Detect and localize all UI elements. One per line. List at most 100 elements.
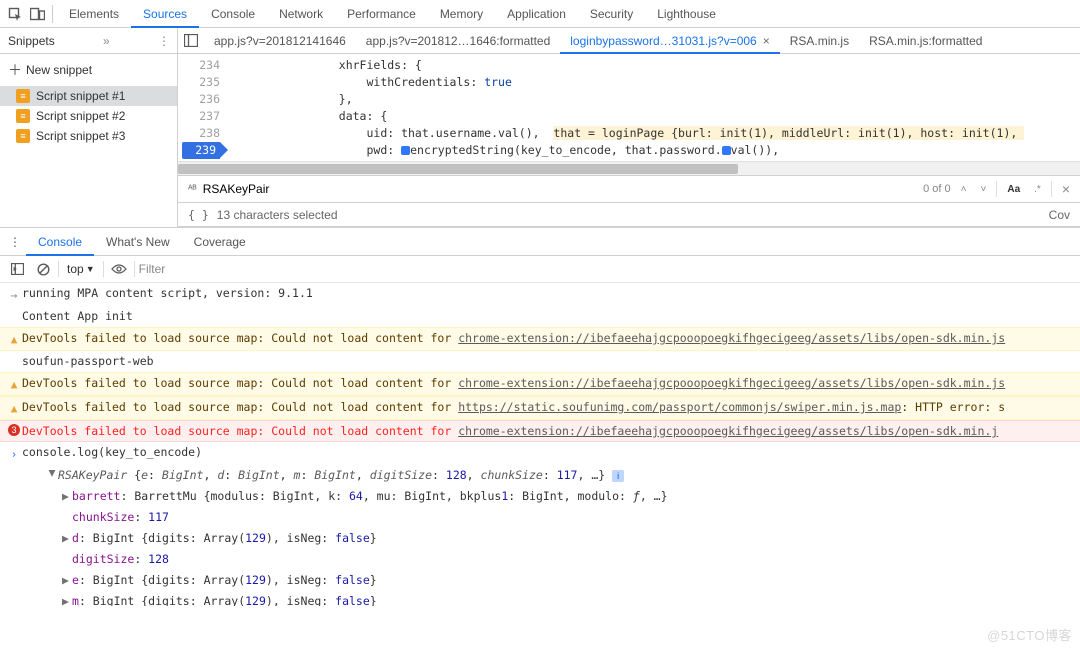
kebab-icon[interactable]: ⋮: [158, 34, 169, 48]
context-selector[interactable]: top ▼: [63, 260, 99, 278]
code-lines[interactable]: xhrFields: { withCredentials: true }, da…: [228, 54, 1080, 161]
source-map-link[interactable]: chrome-extension://ibefaeehajgcpooopoegk…: [458, 424, 998, 438]
object-property[interactable]: ▶d: BigInt {digits: Array(129), isNeg: f…: [0, 528, 1080, 549]
console-warn: ▲DevTools failed to load source map: Cou…: [0, 327, 1080, 351]
snippets-header: Snippets » ⋮: [0, 28, 177, 54]
eye-icon[interactable]: [108, 258, 130, 280]
editor-status-bar: { } 13 characters selected Cov: [178, 203, 1080, 227]
coverage-label[interactable]: Cov: [1049, 208, 1070, 222]
clear-console-icon[interactable]: [32, 258, 54, 280]
expand-icon[interactable]: ▶: [62, 529, 72, 547]
regex-button[interactable]: .*: [1030, 184, 1045, 195]
inspect-icon[interactable]: [4, 3, 26, 25]
object-property[interactable]: ▶m: BigInt {digits: Array(129), isNeg: f…: [0, 591, 1080, 606]
drawer-tab-console[interactable]: Console: [26, 228, 94, 256]
expand-icon[interactable]: ▶: [44, 470, 62, 480]
new-snippet-button[interactable]: ＋ New snippet: [0, 54, 177, 86]
drawer-tab-what-s-new[interactable]: What's New: [94, 228, 182, 256]
devtools-main-tabs: ElementsSourcesConsoleNetworkPerformance…: [0, 0, 1080, 28]
separator: [1051, 181, 1052, 197]
find-input[interactable]: [203, 182, 917, 196]
match-case-button[interactable]: Aa: [1003, 184, 1024, 195]
file-nav-icon[interactable]: [178, 28, 204, 54]
tab-application[interactable]: Application: [495, 0, 578, 28]
line-gutter: 234235236237238239: [178, 54, 228, 161]
tab-security[interactable]: Security: [578, 0, 645, 28]
console-toolbar: top ▼: [0, 256, 1080, 283]
snippet-item[interactable]: ≡Script snippet #1: [0, 86, 177, 106]
code-area[interactable]: 234235236237238239 xhrFields: { withCred…: [178, 54, 1080, 161]
new-snippet-label: New snippet: [26, 63, 92, 77]
console-err: 3DevTools failed to load source map: Cou…: [0, 420, 1080, 442]
snippets-pane: Snippets » ⋮ ＋ New snippet ≡Script snipp…: [0, 28, 178, 227]
tab-network[interactable]: Network: [267, 0, 335, 28]
status-text: 13 characters selected: [217, 208, 338, 222]
warning-icon: ▲: [11, 400, 18, 418]
chevron-right-icon: ›: [11, 445, 18, 463]
snippets-label: Snippets: [8, 34, 55, 48]
drawer-tabs: ⋮ ConsoleWhat's NewCoverage: [0, 228, 1080, 256]
source-tab[interactable]: app.js?v=201812…1646:formatted: [356, 28, 560, 54]
source-tab[interactable]: loginbypassword…31031.js?v=006×: [560, 28, 779, 54]
separator: [134, 261, 135, 277]
expand-icon[interactable]: ▶: [62, 487, 72, 505]
find-count: 0 of 0: [923, 183, 951, 195]
source-tab[interactable]: app.js?v=201812141646: [204, 28, 356, 54]
console-object[interactable]: ▶RSAKeyPair {e: BigInt, d: BigInt, m: Bi…: [0, 465, 1080, 486]
warning-icon: ▲: [11, 376, 18, 394]
find-bar: ᴬᴮ 0 of 0 ˄ ˅ Aa .* ×: [178, 175, 1080, 203]
tab-performance[interactable]: Performance: [335, 0, 428, 28]
close-icon[interactable]: ×: [1058, 181, 1074, 197]
snippet-file-icon: ≡: [16, 109, 30, 123]
console-warn: ▲DevTools failed to load source map: Cou…: [0, 396, 1080, 420]
tab-sources[interactable]: Sources: [131, 0, 199, 28]
snippet-item[interactable]: ≡Script snippet #3: [0, 126, 177, 146]
object-property[interactable]: chunkSize: 117: [0, 507, 1080, 528]
horizontal-scrollbar[interactable]: [178, 161, 1080, 175]
kebab-icon[interactable]: ⋮: [4, 235, 26, 249]
source-map-link[interactable]: chrome-extension://ibefaeehajgcpooopoegk…: [458, 376, 1005, 390]
arrow-icon: →: [11, 286, 18, 304]
watermark: @51CTO博客: [987, 625, 1072, 644]
replace-icon[interactable]: ᴬᴮ: [188, 184, 197, 195]
braces-icon[interactable]: { }: [188, 208, 209, 222]
device-toolbar-icon[interactable]: [26, 3, 48, 25]
chevron-down-icon: ▼: [86, 264, 95, 274]
find-prev-icon[interactable]: ˄: [957, 184, 971, 195]
tab-lighthouse[interactable]: Lighthouse: [645, 0, 728, 28]
source-tab[interactable]: RSA.min.js:formatted: [859, 28, 992, 54]
error-icon: 3: [8, 424, 20, 436]
object-property[interactable]: digitSize: 128: [0, 549, 1080, 570]
filter-input[interactable]: [139, 262, 1074, 276]
tab-memory[interactable]: Memory: [428, 0, 495, 28]
separator: [58, 261, 59, 277]
snippet-label: Script snippet #1: [36, 89, 125, 103]
find-next-icon[interactable]: ˅: [977, 184, 991, 195]
plus-icon: ＋: [8, 60, 22, 80]
console-log: →running MPA content script, version: 9.…: [0, 283, 1080, 306]
expand-icon[interactable]: ▶: [62, 592, 72, 606]
object-property[interactable]: ▶barrett: BarrettMu {modulus: BigInt, k:…: [0, 486, 1080, 507]
source-tab[interactable]: RSA.min.js: [780, 28, 859, 54]
expand-icon[interactable]: ▶: [62, 571, 72, 589]
tab-console[interactable]: Console: [199, 0, 267, 28]
close-icon[interactable]: ×: [763, 34, 770, 48]
info-icon[interactable]: i: [612, 470, 624, 482]
tab-elements[interactable]: Elements: [57, 0, 131, 28]
source-editor: app.js?v=201812141646app.js?v=201812…164…: [178, 28, 1080, 227]
separator: [103, 261, 104, 277]
chevron-right-icon[interactable]: »: [103, 34, 110, 48]
scrollbar-thumb[interactable]: [178, 164, 738, 174]
object-property[interactable]: ▶e: BigInt {digits: Array(129), isNeg: f…: [0, 570, 1080, 591]
console-input: ›console.log(key_to_encode): [0, 442, 1080, 465]
snippet-label: Script snippet #2: [36, 109, 125, 123]
snippet-item[interactable]: ≡ Script snippet #2: [0, 106, 177, 126]
source-map-link[interactable]: chrome-extension://ibefaeehajgcpooopoegk…: [458, 331, 1005, 345]
console-log: Content App init: [0, 306, 1080, 327]
console-log: soufun-passport-web: [0, 351, 1080, 372]
source-map-link[interactable]: https://static.soufunimg.com/passport/co…: [458, 400, 901, 414]
separator: [996, 181, 997, 197]
console-sidebar-toggle-icon[interactable]: [6, 258, 28, 280]
console-output[interactable]: →running MPA content script, version: 9.…: [0, 283, 1080, 606]
drawer-tab-coverage[interactable]: Coverage: [182, 228, 258, 256]
